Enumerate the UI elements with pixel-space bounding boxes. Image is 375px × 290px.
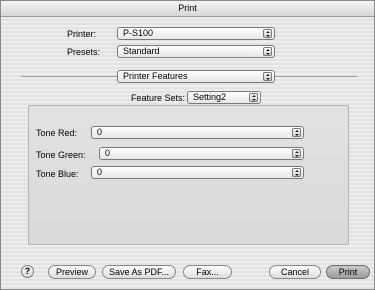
presets-label: Presets: xyxy=(67,47,101,57)
popup-arrows-icon xyxy=(263,47,272,56)
printer-popup[interactable]: P-S100 xyxy=(117,27,275,40)
cancel-button[interactable]: Cancel xyxy=(269,265,321,279)
tone-green-popup[interactable]: 0 xyxy=(99,147,304,160)
print-dialog: Print Printer: P-S100 Presets: Standard … xyxy=(0,0,375,290)
printer-value: P-S100 xyxy=(123,28,154,38)
feature-sets-label: Feature Sets: xyxy=(131,93,186,103)
popup-arrows-icon xyxy=(292,128,301,137)
print-button[interactable]: Print xyxy=(326,265,370,279)
popup-arrows-icon xyxy=(292,168,301,177)
presets-popup[interactable]: Standard xyxy=(117,45,275,58)
tone-red-label: Tone Red: xyxy=(36,128,78,138)
printer-label: Printer: xyxy=(67,29,97,39)
tone-blue-popup[interactable]: 0 xyxy=(91,166,304,179)
fax-button[interactable]: Fax... xyxy=(183,265,232,279)
tone-blue-label: Tone Blue: xyxy=(36,169,79,179)
tone-green-label: Tone Green: xyxy=(36,150,86,160)
feature-sets-value: Setting2 xyxy=(193,92,227,102)
popup-arrows-icon xyxy=(263,72,272,81)
feature-sets-popup[interactable]: Setting2 xyxy=(187,91,261,104)
popup-arrows-icon xyxy=(292,149,301,158)
popup-arrows-icon xyxy=(263,29,272,38)
help-button[interactable]: ? xyxy=(21,265,34,278)
save-as-pdf-button[interactable]: Save As PDF... xyxy=(102,265,176,279)
tone-red-popup[interactable]: 0 xyxy=(91,126,304,139)
window-title: Print xyxy=(1,1,374,17)
presets-value: Standard xyxy=(123,46,160,56)
tone-green-value: 0 xyxy=(105,148,111,158)
divider-left xyxy=(21,76,117,77)
tone-red-value: 0 xyxy=(97,127,103,137)
popup-arrows-icon xyxy=(249,93,258,102)
panel-selector-value: Printer Features xyxy=(123,71,188,81)
tone-blue-value: 0 xyxy=(97,167,103,177)
preview-button[interactable]: Preview xyxy=(48,265,96,279)
panel-selector-popup[interactable]: Printer Features xyxy=(117,70,275,83)
divider-right xyxy=(275,76,357,77)
